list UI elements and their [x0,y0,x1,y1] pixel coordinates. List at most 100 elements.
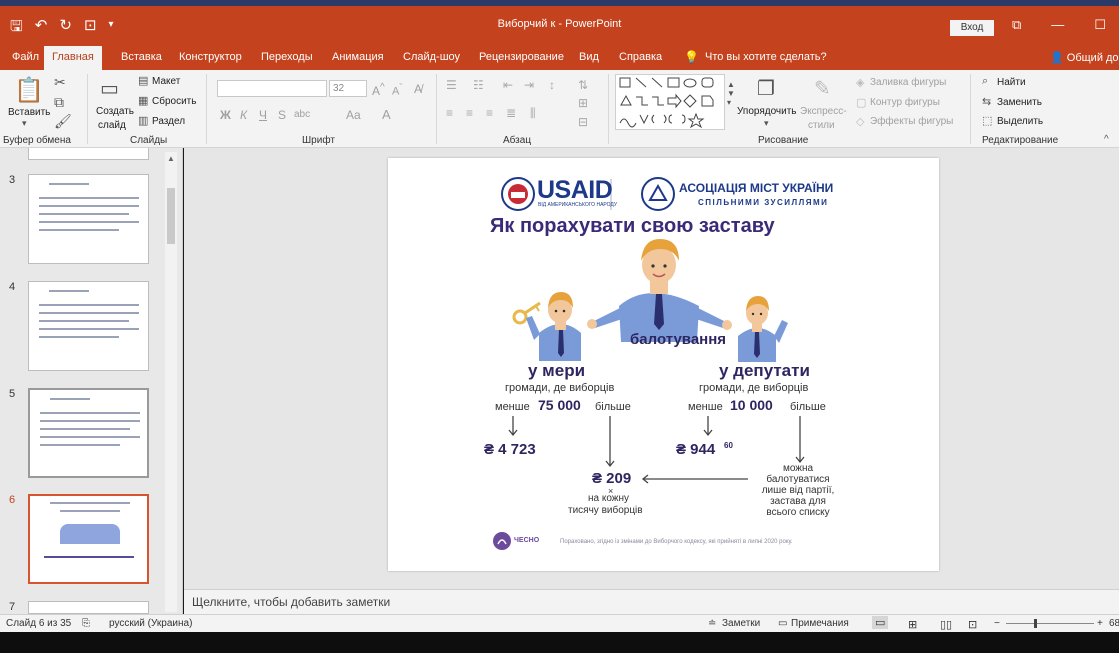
clear-format-icon[interactable]: A̸ [414,82,422,96]
bold-button[interactable]: Ж [220,108,231,122]
cut-icon[interactable]: ✂ [54,74,66,91]
shape-effects-button[interactable]: Эффекты фигуры [870,116,953,127]
reset-button[interactable]: Сбросить [152,96,196,107]
maximize-icon[interactable]: ☐ [1094,17,1106,33]
login-button[interactable]: Вход [950,20,994,36]
shape-outline-icon[interactable]: ▢ [856,96,866,109]
normal-view-icon[interactable]: ▭ [872,616,889,629]
collapse-ribbon-icon[interactable]: ^ [1104,134,1109,145]
notes-pane[interactable]: Щелкните, чтобы добавить заметки [184,589,1119,614]
slideshow-view-icon[interactable]: ⊡ [968,618,977,631]
tab-10[interactable]: Что вы хотите сделать? [705,51,827,63]
numbering-icon[interactable]: ☷ [473,78,484,92]
font-size-box[interactable]: 32 [329,80,367,97]
spellcheck-icon[interactable]: ⎘ [82,618,90,629]
replace-icon[interactable]: ⇆ [982,95,991,108]
slide-thumbnail[interactable] [28,388,149,478]
tab-6[interactable]: Слайд-шоу [403,51,460,63]
font-name-box[interactable] [217,80,327,97]
tab-9[interactable]: Справка [619,51,662,63]
layout-button[interactable]: Макет [152,76,180,87]
layout-icon[interactable]: ▤ [138,74,148,87]
paste-button[interactable]: Вставить [8,107,50,118]
tab-0[interactable]: Файл [12,51,39,63]
decrease-font-icon[interactable]: Aˇ [392,82,402,98]
tab-3[interactable]: Конструктор [179,51,242,63]
find-icon[interactable]: ⌕ [982,75,988,88]
reading-view-icon[interactable]: ▯▯ [940,618,952,631]
increase-font-icon[interactable]: A^ [372,82,385,98]
section-icon[interactable]: ▥ [138,114,148,127]
language-indicator[interactable]: русский (Украина) [109,618,192,629]
format-painter-icon[interactable]: 🖌 [54,113,72,130]
strikethrough-button[interactable]: S [278,108,286,122]
shapes-gallery[interactable] [615,74,725,130]
find-button[interactable]: Найти [997,77,1026,88]
current-slide[interactable]: USAID ВІД АМЕРИКАНСЬКОГО НАРОДУ АСОЦІАЦІ… [388,158,939,571]
select-icon[interactable]: ⬚ [982,114,992,127]
slide-thumbnail[interactable] [28,601,149,614]
tab-5[interactable]: Анимация [332,51,384,63]
notes-toggle-icon[interactable]: ≐ [708,618,716,629]
comments-icon[interactable]: ▭ [778,618,787,629]
arrange-icon[interactable]: ❐ [757,76,775,101]
tab-8[interactable]: Вид [579,51,599,63]
paste-dropdown-icon[interactable]: ▾ [22,118,27,129]
indent-icon[interactable]: ⇤ [503,78,513,92]
quick-styles-button-line2[interactable]: стили [808,120,835,131]
align-right-icon[interactable]: ≡ [486,106,493,120]
zoom-slider-thumb[interactable] [1034,619,1037,628]
tab-2[interactable]: Вставка [121,51,162,63]
justify-icon[interactable]: ≣ [506,106,516,120]
zoom-in-icon[interactable]: + [1097,618,1103,629]
shape-outline-button[interactable]: Контур фигуры [870,97,940,108]
quick-styles-button[interactable]: Экспресс- [800,106,847,117]
zoom-level[interactable]: 68 [1109,618,1119,629]
copy-icon[interactable]: ⧉ [54,94,64,111]
smartart-icon[interactable]: ⊟ [578,115,588,129]
section-button[interactable]: Раздел [152,116,185,127]
comments-toggle-button[interactable]: Примечания [791,618,849,629]
replace-button[interactable]: Заменить [997,97,1042,108]
arrange-button[interactable]: Упорядочить [737,106,797,117]
thumbnail-scrollbar[interactable]: ▲ [165,152,177,612]
align-center-icon[interactable]: ≡ [466,106,473,120]
change-case-button[interactable]: Aa [346,108,361,122]
share-button[interactable]: 👤 Общий дос [1050,51,1119,64]
text-direction-icon[interactable]: ⇅ [578,78,588,92]
shape-fill-icon[interactable]: ◈ [856,76,864,89]
outdent-icon[interactable]: ⇥ [524,78,534,92]
slide-thumbnail[interactable] [28,174,149,264]
paste-icon[interactable]: 📋 [14,76,44,105]
reset-icon[interactable]: ▦ [138,94,148,107]
new-slide-button[interactable]: Создать [96,106,134,117]
tab-1[interactable]: Главная [44,46,102,70]
underline-button[interactable]: Ч [259,108,267,122]
line-spacing-icon[interactable]: ↕ [549,78,555,92]
columns-icon[interactable]: ⫼ [530,106,536,121]
shape-effects-icon[interactable]: ◇ [856,115,864,128]
thumbnail-previous-partial[interactable] [28,148,149,160]
tab-4[interactable]: Переходы [261,51,313,63]
notes-toggle-button[interactable]: Заметки [722,618,760,629]
align-left-icon[interactable]: ≡ [446,106,453,120]
notes-placeholder[interactable]: Щелкните, чтобы добавить заметки [192,595,390,609]
new-slide-icon[interactable]: ▭ [100,76,119,101]
slide-thumbnail[interactable] [28,281,149,371]
tab-7[interactable]: Рецензирование [479,51,564,63]
minimize-icon[interactable]: — [1051,17,1064,33]
zoom-out-icon[interactable]: − [994,618,1000,629]
align-text-icon[interactable]: ⊞ [578,96,588,110]
italic-button[interactable]: К [240,108,247,122]
shapes-gallery-scroll-icon[interactable]: ▲ ▼ ▾ [727,80,735,107]
thumbnail-scrollbar-thumb[interactable] [167,188,175,244]
shape-fill-button[interactable]: Заливка фигуры [870,77,946,88]
bullets-icon[interactable]: ☰ [446,78,457,92]
select-button[interactable]: Выделить [997,116,1043,127]
new-slide-button-line2[interactable]: слайд [98,120,126,131]
scroll-up-icon[interactable]: ▲ [167,154,175,163]
ribbon-display-icon[interactable]: ⧉ [1012,17,1021,33]
zoom-slider[interactable] [1006,619,1094,628]
slide-sorter-icon[interactable]: ⊞ [908,618,917,631]
quick-styles-icon[interactable]: ✎ [814,76,831,101]
